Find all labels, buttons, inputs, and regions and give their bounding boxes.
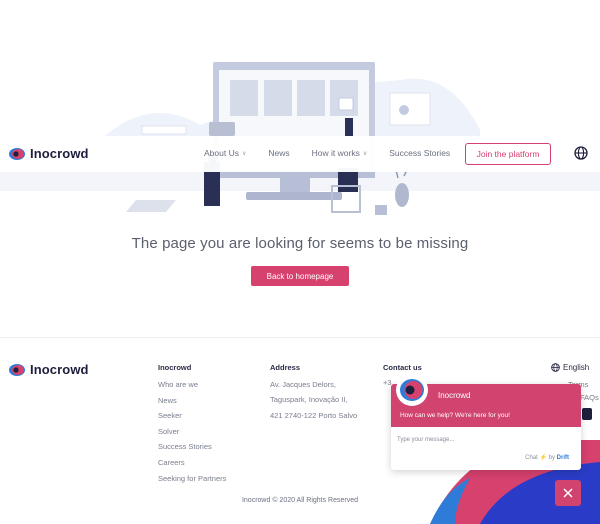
chat-by-prefix: Chat [525, 455, 538, 461]
chat-avatar [396, 374, 428, 406]
youtube-icon[interactable] [582, 408, 592, 420]
inocrowd-logo-icon [398, 376, 426, 404]
lightning-icon: ⚡ [539, 455, 547, 461]
chevron-down-icon: ∨ [362, 150, 368, 157]
nav-how-it-works[interactable]: How it works ∨ [312, 148, 368, 158]
globe-icon[interactable] [574, 146, 588, 160]
nav-about-us-label: About Us [204, 148, 239, 158]
back-to-homepage-button[interactable]: Back to homepage [251, 266, 349, 286]
chat-subtitle: How can we help? We're here for you! [400, 412, 510, 419]
chat-by-word: by [548, 455, 555, 461]
main-nav: About Us ∨ News How it works ∨ Success S… [204, 148, 472, 158]
footer-link-seeking-partners[interactable]: Seeking for Partners [158, 474, 226, 483]
footer-divider [0, 337, 600, 338]
language-label: English [563, 363, 590, 372]
nav-success-stories-label: Success Stories [389, 148, 451, 158]
language-selector[interactable]: English [551, 363, 589, 372]
chat-title: Inocrowd [438, 391, 471, 400]
footer-col-address: Address Av. Jacques Delors, Taguspark, I… [270, 363, 357, 426]
error-message: The page you are looking for seems to be… [131, 235, 469, 252]
address-line: Av. Jacques Delors, [270, 380, 337, 389]
footer-col-heading: Inocrowd [158, 363, 192, 372]
footer-link-seeker[interactable]: Seeker [158, 411, 226, 420]
footer-link-news[interactable]: News [158, 396, 226, 405]
nav-success-stories[interactable]: Success Stories [389, 148, 450, 158]
footer-contact-heading: Contact us [383, 363, 422, 372]
copyright-text: Inocrowd © 2020 All Rights Reserved [241, 497, 359, 504]
footer-link-success-stories[interactable]: Success Stories [158, 442, 226, 451]
footer-logo[interactable]: Inocrowd [8, 362, 89, 377]
footer-address-heading: Address [270, 363, 301, 372]
footer-link-who-are-we[interactable]: Who are we [158, 380, 226, 389]
error-illustration [0, 62, 600, 215]
inocrowd-logo-icon [9, 363, 25, 376]
join-platform-button[interactable]: Join the platform [465, 143, 551, 165]
globe-icon [551, 363, 560, 372]
chat-message-input[interactable]: Type your message... [397, 437, 454, 443]
chat-powered-by[interactable]: Chat ⚡ by Drift [525, 454, 569, 461]
header-logo[interactable]: Inocrowd [8, 146, 89, 161]
footer-link-faqs[interactable]: FAQs [580, 393, 599, 402]
close-icon [563, 488, 573, 498]
nav-about-us[interactable]: About Us ∨ [204, 148, 246, 158]
nav-news[interactable]: News [268, 148, 289, 158]
footer-logo-text: Inocrowd [30, 362, 89, 377]
address-line: 421 2740-122 Porto Salvo [270, 410, 358, 420]
footer-col-inocrowd: Inocrowd Who are we News Seeker Solver S… [158, 363, 226, 489]
inocrowd-logo-icon [9, 147, 25, 160]
chat-provider: Drift [556, 455, 569, 461]
chevron-down-icon: ∨ [241, 150, 247, 157]
chat-close-button[interactable] [555, 480, 581, 506]
footer-link-careers[interactable]: Careers [158, 458, 226, 467]
nav-news-label: News [268, 148, 290, 158]
nav-how-it-works-label: How it works [311, 148, 360, 158]
address-line: Taguspark, Inovação II, [270, 395, 348, 405]
footer-link-solver[interactable]: Solver [158, 427, 226, 436]
header-logo-text: Inocrowd [30, 146, 89, 161]
top-navbar: Inocrowd About Us ∨ News How it works ∨ … [0, 136, 600, 172]
